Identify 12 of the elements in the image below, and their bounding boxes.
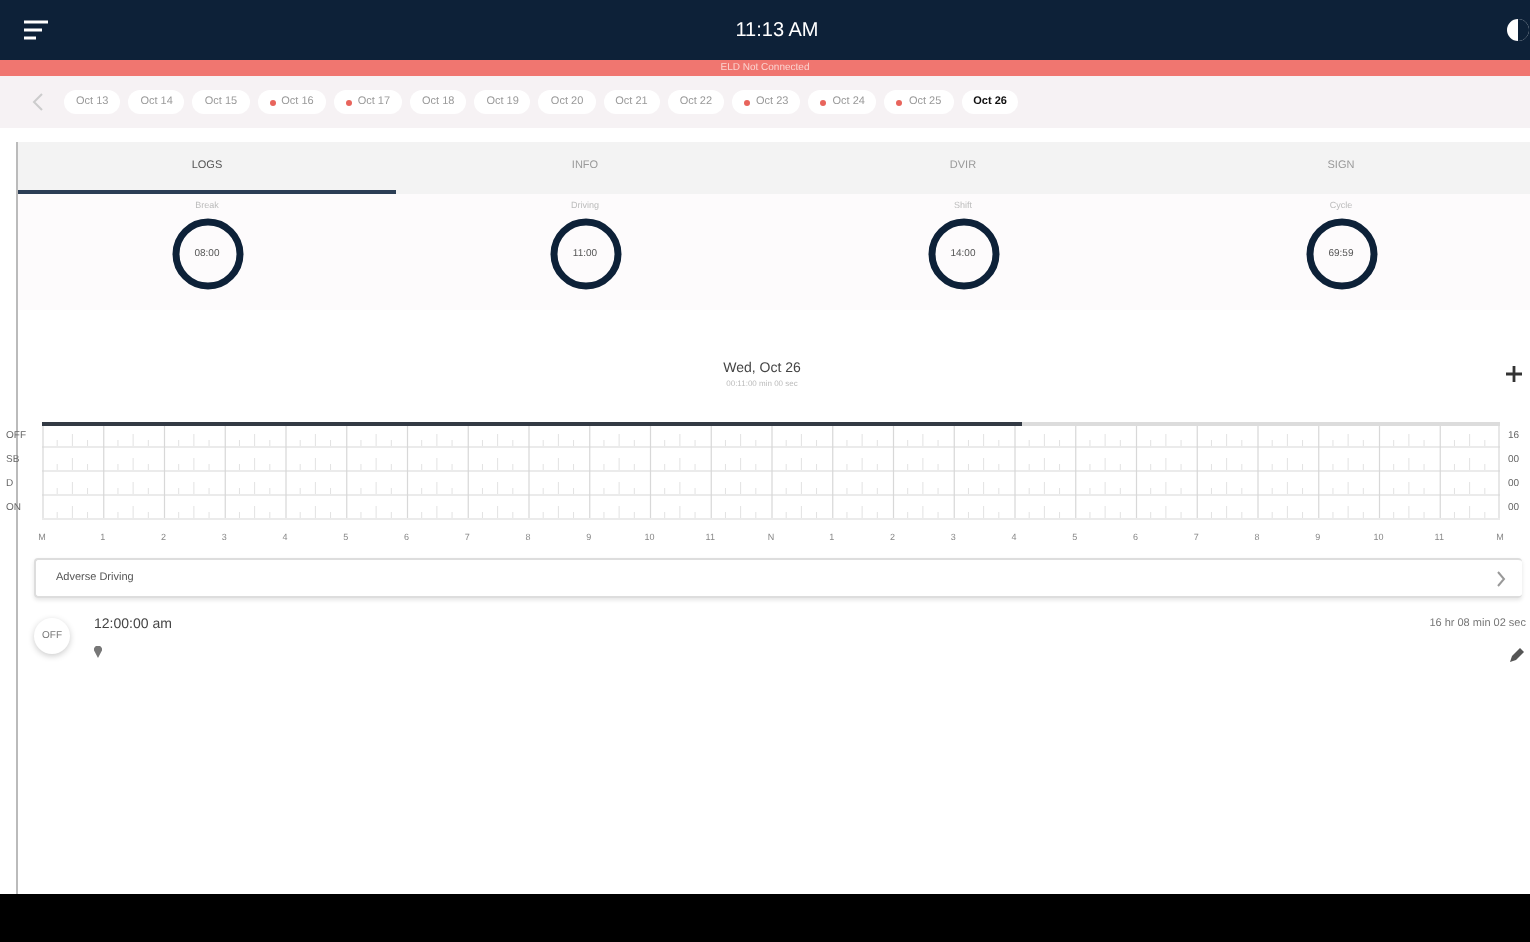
- flag-dot: [269, 99, 276, 105]
- add-icon[interactable]: [1506, 366, 1522, 382]
- location-pin-icon: [94, 646, 102, 658]
- menu-icon[interactable]: [24, 20, 48, 40]
- flag-dot: [345, 99, 352, 105]
- flag-dot: [820, 99, 827, 105]
- chevron-right-icon: [1496, 569, 1506, 587]
- edit-icon[interactable]: [1508, 646, 1526, 664]
- contrast-icon[interactable]: [1505, 18, 1530, 42]
- flag-dot: [896, 99, 903, 105]
- clock-time: 11:13 AM: [735, 19, 819, 41]
- flag-dot: [744, 99, 751, 105]
